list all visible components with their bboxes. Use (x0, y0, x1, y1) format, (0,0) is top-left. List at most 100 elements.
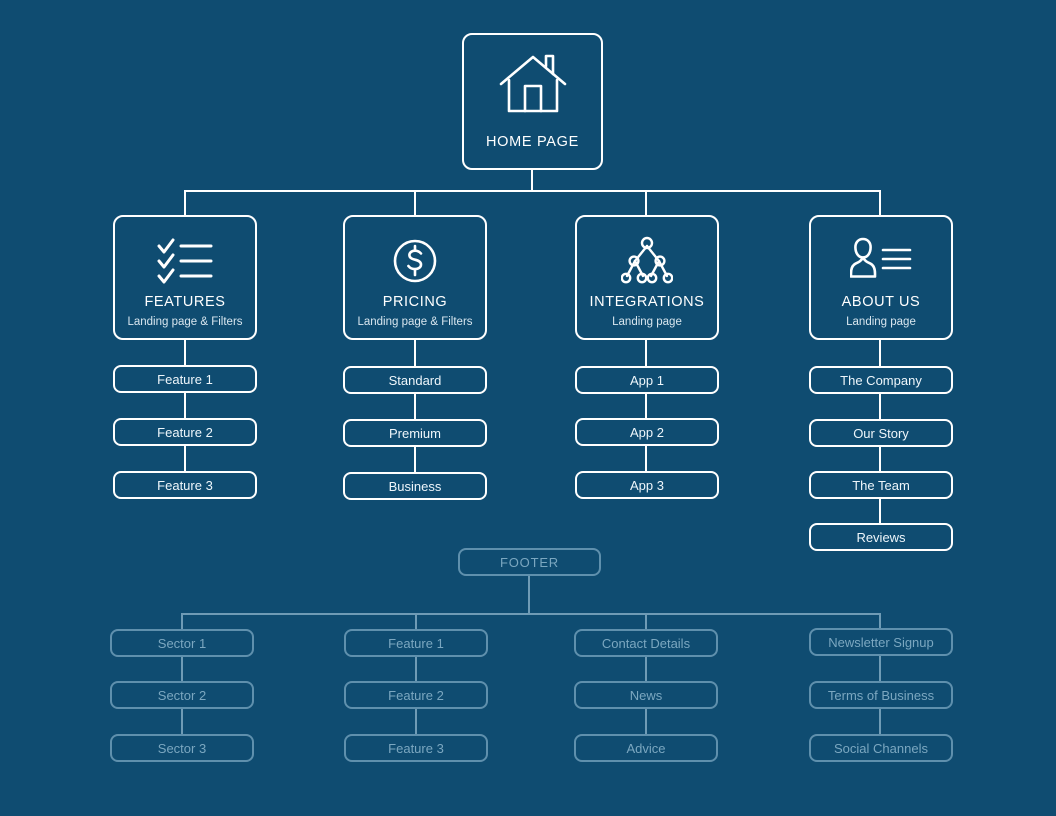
node-app-1[interactable]: App 1 (575, 366, 719, 394)
connector-pricing-to-child1 (414, 340, 416, 366)
node-footer-feature-3[interactable]: Feature 3 (344, 734, 488, 762)
connector-footer-drop-col1 (181, 613, 183, 629)
node-footer-contact-details[interactable]: Contact Details (574, 629, 718, 657)
node-label: Feature 3 (388, 740, 444, 756)
node-footer-label: FOOTER (500, 554, 559, 570)
node-pricing-premium[interactable]: Premium (343, 419, 487, 447)
node-our-story[interactable]: Our Story (809, 419, 953, 447)
connector-pricing-child1-child2 (414, 394, 416, 419)
node-label: Social Channels (834, 740, 928, 756)
dollar-circle-icon (392, 235, 438, 287)
checklist-icon (157, 235, 213, 287)
node-label: Advice (626, 740, 666, 756)
node-label: Feature 1 (388, 635, 444, 651)
network-tree-icon (621, 235, 673, 287)
node-category-pricing[interactable]: PRICING Landing page & Filters (343, 215, 487, 340)
category-title: ABOUT US (841, 294, 921, 310)
node-footer-feature-1[interactable]: Feature 1 (344, 629, 488, 657)
connector-footer-col4-1-2 (879, 656, 881, 681)
node-category-features[interactable]: FEATURES Landing page & Filters (113, 215, 257, 340)
connector-drop-features (184, 190, 186, 215)
sitemap-diagram: HOME PAGE FEATURES Landing page & Filter… (0, 0, 1056, 816)
node-the-company[interactable]: The Company (809, 366, 953, 394)
node-pricing-standard[interactable]: Standard (343, 366, 487, 394)
connector-footer-drop-col2 (415, 613, 417, 629)
node-label: App 2 (630, 424, 664, 440)
node-footer-news[interactable]: News (574, 681, 718, 709)
connector-pricing-child2-child3 (414, 447, 416, 472)
node-footer-sector-2[interactable]: Sector 2 (110, 681, 254, 709)
connector-footer-bus (181, 613, 880, 615)
node-the-team[interactable]: The Team (809, 471, 953, 499)
node-label: Premium (388, 425, 441, 441)
node-footer-sector-1[interactable]: Sector 1 (110, 629, 254, 657)
node-footer-feature-2[interactable]: Feature 2 (344, 681, 488, 709)
node-label: Sector 2 (157, 687, 207, 703)
category-subtitle: Landing page & Filters (127, 315, 243, 328)
node-label: Our Story (853, 425, 909, 441)
node-category-integrations[interactable]: INTEGRATIONS Landing page (575, 215, 719, 340)
connector-home-stem (531, 170, 533, 191)
node-home-page[interactable]: HOME PAGE (462, 33, 603, 170)
node-label: Sector 1 (157, 635, 207, 651)
house-icon (498, 53, 568, 122)
connector-drop-pricing (414, 190, 416, 215)
category-title: INTEGRATIONS (589, 294, 705, 310)
node-label: Feature 1 (157, 371, 213, 387)
node-label: Feature 2 (157, 424, 213, 440)
connector-footer-col4-2-3 (879, 709, 881, 734)
category-title: PRICING (382, 294, 448, 310)
connector-footer-stem (528, 576, 530, 614)
node-category-about-us[interactable]: ABOUT US Landing page (809, 215, 953, 340)
node-label: Business (388, 478, 442, 494)
connector-features-child2-child3 (184, 446, 186, 471)
node-footer-sector-3[interactable]: Sector 3 (110, 734, 254, 762)
node-footer-advice[interactable]: Advice (574, 734, 718, 762)
connector-features-child1-child2 (184, 393, 186, 418)
node-label: Contact Details (601, 635, 691, 651)
connector-drop-integrations (645, 190, 647, 215)
node-footer-terms-of-business[interactable]: Terms of Business (809, 681, 953, 709)
node-label: News (629, 687, 663, 703)
node-feature-3[interactable]: Feature 3 (113, 471, 257, 499)
node-label: Terms of Business (827, 687, 935, 703)
node-footer-newsletter-signup[interactable]: Newsletter Signup (809, 628, 953, 656)
category-subtitle: Landing page (612, 315, 682, 328)
connector-about-child2-child3 (879, 447, 881, 471)
connector-integrations-child2-child3 (645, 446, 647, 471)
connector-footer-col2-1-2 (415, 657, 417, 681)
category-title: FEATURES (144, 294, 226, 310)
node-label: App 1 (630, 372, 664, 388)
node-label: Feature 3 (157, 477, 213, 493)
node-label: Sector 3 (157, 740, 207, 756)
connector-main-bus (184, 190, 881, 192)
category-subtitle: Landing page & Filters (357, 315, 473, 328)
node-feature-1[interactable]: Feature 1 (113, 365, 257, 393)
node-label: Newsletter Signup (828, 634, 934, 650)
connector-drop-about (879, 190, 881, 215)
node-footer[interactable]: FOOTER (458, 548, 601, 576)
node-pricing-business[interactable]: Business (343, 472, 487, 500)
node-app-2[interactable]: App 2 (575, 418, 719, 446)
node-label: Reviews (856, 529, 906, 545)
connector-footer-col1-2-3 (181, 709, 183, 734)
node-label: App 3 (630, 477, 664, 493)
node-reviews[interactable]: Reviews (809, 523, 953, 551)
node-app-3[interactable]: App 3 (575, 471, 719, 499)
node-feature-2[interactable]: Feature 2 (113, 418, 257, 446)
connector-footer-drop-col3 (645, 613, 647, 629)
connector-features-to-child1 (184, 340, 186, 365)
connector-footer-col1-1-2 (181, 657, 183, 681)
connector-integrations-to-child1 (645, 340, 647, 366)
connector-about-child3-child4 (879, 499, 881, 523)
connector-footer-col3-1-2 (645, 657, 647, 681)
connector-about-to-child1 (879, 340, 881, 366)
connector-footer-col2-2-3 (415, 709, 417, 734)
node-footer-social-channels[interactable]: Social Channels (809, 734, 953, 762)
node-home-page-label: HOME PAGE (485, 134, 580, 150)
connector-about-child1-child2 (879, 394, 881, 419)
node-label: Standard (388, 372, 442, 388)
connector-footer-drop-col4 (879, 613, 881, 629)
connector-footer-col3-2-3 (645, 709, 647, 734)
category-subtitle: Landing page (846, 315, 916, 328)
